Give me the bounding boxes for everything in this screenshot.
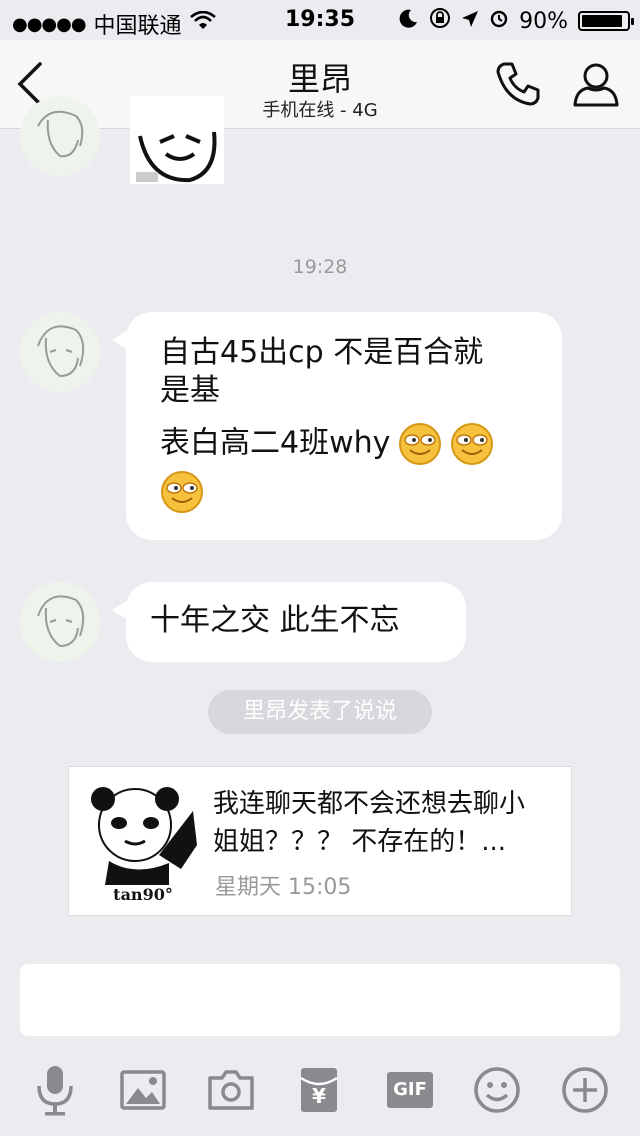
sticker-image[interactable] — [130, 96, 224, 184]
post-notice[interactable]: 里昂发表了说说 — [208, 690, 432, 734]
battery-percent: 90% — [519, 8, 568, 34]
plus-icon[interactable] — [557, 1062, 613, 1118]
message-text: 是基 — [160, 373, 220, 408]
location-icon — [461, 9, 479, 34]
red-packet-icon[interactable]: ¥ — [291, 1062, 347, 1118]
nav-bar: 里昂 手机在线 - 4G — [0, 40, 640, 129]
message-text: 自古45出cp 不是百合就 — [160, 335, 484, 370]
avatar[interactable] — [20, 96, 100, 176]
smile-emoji-icon — [160, 470, 204, 514]
battery-icon — [578, 11, 634, 31]
profile-icon[interactable] — [572, 60, 620, 112]
message-timestamp: 19:28 — [292, 256, 348, 278]
message-bubble[interactable]: 自古45出cp 不是百合就 是基 表白高二4班why — [126, 312, 562, 540]
message-text: 十年之交 此生不忘 — [150, 603, 400, 638]
message-input[interactable] — [20, 964, 620, 1036]
smile-emoji-icon — [398, 422, 442, 466]
gif-label: GIF — [387, 1072, 433, 1108]
avatar[interactable] — [20, 582, 100, 662]
contact-name: 里昂 — [287, 60, 352, 98]
post-excerpt-line: 姐姐？？？ 不存在的！... — [213, 827, 507, 857]
moon-icon — [399, 8, 419, 34]
message-text: 表白高二4班why — [160, 425, 391, 461]
chat-toolbar: ¥ GIF — [0, 1044, 640, 1136]
microphone-icon[interactable] — [27, 1062, 83, 1118]
gif-icon[interactable]: GIF — [382, 1062, 438, 1118]
post-excerpt-line: 我连聊天都不会还想去聊小 — [213, 789, 526, 819]
thumbnail-caption: tan90° — [113, 885, 173, 904]
post-thumbnail: tan90° — [89, 785, 197, 904]
message-bubble[interactable]: 十年之交 此生不忘 — [126, 582, 466, 662]
post-date: 星期天 15:05 — [215, 875, 352, 900]
avatar[interactable] — [20, 312, 100, 392]
smile-emoji-icon — [450, 422, 494, 466]
image-icon[interactable] — [115, 1062, 171, 1118]
camera-icon[interactable] — [203, 1062, 259, 1118]
red-packet-symbol: ¥ — [312, 1084, 326, 1108]
phone-icon[interactable] — [494, 60, 542, 112]
status-bar: ●●●●● 中国联通 19:35 90% — [0, 0, 640, 40]
post-excerpt: 我连聊天都不会还想去聊小 姐姐？？？ 不存在的！... — [213, 785, 563, 861]
shared-post-card[interactable]: tan90° 我连聊天都不会还想去聊小 姐姐？？？ 不存在的！... 星期天 1… — [68, 766, 572, 916]
alarm-icon — [489, 8, 509, 34]
orientation-lock-icon — [429, 7, 451, 35]
emoji-icon[interactable] — [469, 1062, 525, 1118]
